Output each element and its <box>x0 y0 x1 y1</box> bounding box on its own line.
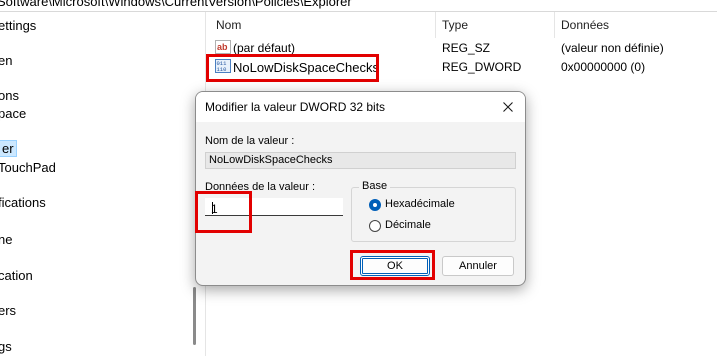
address-path: Software\Microsoft\Windows\CurrentVersio… <box>0 0 352 9</box>
column-header-data[interactable]: Données <box>561 18 609 32</box>
dialog-title: Modifier la valeur DWORD 32 bits <box>205 100 386 114</box>
tree-item[interactable]: cation <box>0 268 33 283</box>
string-value-icon: ab <box>215 40 231 54</box>
close-icon <box>503 102 513 112</box>
column-header-type[interactable]: Type <box>442 18 468 32</box>
value-name[interactable]: (par défaut) <box>233 41 295 55</box>
value-type: REG_DWORD <box>442 60 522 74</box>
value-type: REG_SZ <box>442 41 491 55</box>
radio-decimal[interactable] <box>369 220 381 232</box>
column-separator[interactable] <box>435 12 436 38</box>
tree-item[interactable]: ons <box>0 88 19 103</box>
tree-item[interactable]: pace <box>0 106 26 121</box>
column-separator[interactable] <box>554 12 555 38</box>
highlight-box <box>350 250 435 280</box>
tree-item[interactable]: en <box>0 53 12 68</box>
tree-item[interactable]: ettings <box>0 18 36 33</box>
value-name-text: NoLowDiskSpaceChecks <box>209 154 333 166</box>
registry-tree[interactable]: ettings en ons pace er TouchPad fication… <box>0 12 190 356</box>
scrollbar-thumb[interactable] <box>193 287 196 345</box>
tree-item[interactable]: TouchPad <box>0 160 56 175</box>
value-data: (valeur non définie) <box>561 41 664 55</box>
radio-decimal-label[interactable]: Décimale <box>385 219 431 231</box>
value-name-field: NoLowDiskSpaceChecks <box>205 152 516 169</box>
highlight-box <box>206 54 379 82</box>
cancel-button[interactable]: Annuler <box>442 256 514 276</box>
svg-text:ab: ab <box>217 42 228 52</box>
column-header-name[interactable]: Nom <box>216 18 241 32</box>
radio-hexadecimal-label[interactable]: Hexadécimale <box>385 198 455 210</box>
highlight-box <box>195 191 252 233</box>
base-label: Base <box>359 180 391 192</box>
dialog-titlebar[interactable]: Modifier la valeur DWORD 32 bits <box>196 92 525 122</box>
close-button[interactable] <box>497 97 519 117</box>
value-name-label: Nom de la valeur : <box>205 135 295 147</box>
tree-item[interactable]: ne <box>0 232 12 247</box>
tree-item[interactable]: fications <box>0 195 46 210</box>
base-group <box>351 187 516 242</box>
tree-item-selected[interactable]: er <box>0 140 17 157</box>
tree-item[interactable]: gs <box>0 339 12 354</box>
tree-item[interactable]: ers <box>0 303 16 318</box>
radio-hexadecimal[interactable] <box>369 199 381 211</box>
value-data: 0x00000000 (0) <box>561 60 646 74</box>
address-bar[interactable]: Software\Microsoft\Windows\CurrentVersio… <box>0 0 717 12</box>
